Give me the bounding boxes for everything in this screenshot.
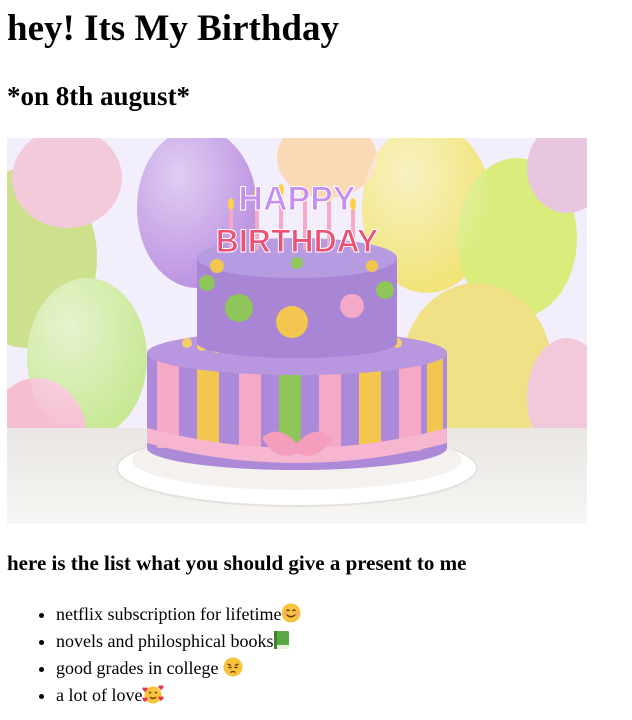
list-item: netflix subscription for lifetime — [56, 601, 301, 628]
list-item: a lot of love — [56, 682, 301, 709]
smiling-face-icon — [281, 603, 301, 631]
hearts-face-icon — [142, 684, 165, 712]
page-subtitle: *on 8th august* — [7, 81, 191, 111]
birthday-cake-image: HAPPY BIRTHDAY — [7, 138, 587, 524]
cake-birthday-text: BIRTHDAY — [216, 223, 378, 259]
list-item-label: a lot of love — [56, 685, 143, 705]
list-item: novels and philosphical books — [56, 628, 301, 655]
cake-happy-text: HAPPY — [238, 180, 355, 218]
pleading-face-icon — [223, 657, 243, 685]
list-item-label: netflix subscription for lifetime — [56, 604, 282, 624]
page-title: hey! Its My Birthday — [7, 8, 339, 49]
list-item: good grades in college — [56, 655, 301, 682]
green-book-icon — [273, 630, 291, 658]
wishlist-heading: here is the list what you should give a … — [7, 551, 467, 575]
list-item-label: novels and philosphical books — [56, 631, 274, 651]
wishlist: netflix subscription for lifetime novels… — [16, 601, 301, 709]
list-item-label: good grades in college — [56, 658, 223, 678]
